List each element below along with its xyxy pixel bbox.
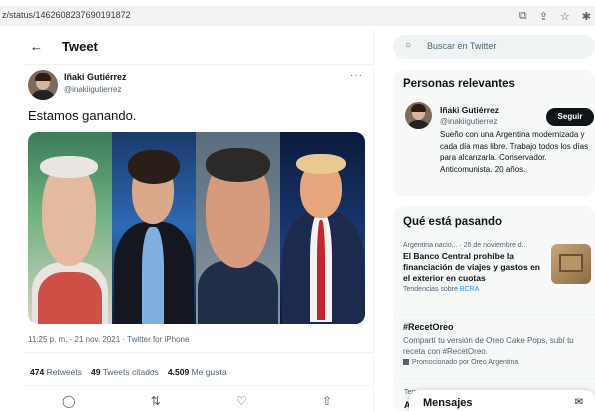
divider [22, 352, 374, 353]
trend-footer: Promocionado por Oreo Argentina [403, 359, 589, 366]
photo-panel [196, 132, 280, 324]
photo-panel [112, 132, 196, 324]
divider [22, 64, 374, 65]
trends-title: Qué está pasando [403, 216, 503, 228]
arrow-left-icon[interactable]: ← [30, 39, 43, 54]
trend-footer: Tendencias sobre BCRA [403, 286, 480, 293]
avatar[interactable] [405, 102, 432, 129]
relevant-people-title: Personas relevantes [403, 78, 515, 90]
trend-item[interactable]: #RecetOreo Compartí tu versión de Oreo C… [403, 320, 589, 366]
share-icon[interactable]: ⇧ [322, 394, 332, 408]
new-message-icon[interactable]: ✉ [575, 397, 583, 408]
tweet-column: ← Tweet Iñaki Gutiérrez @inakiigutierrez… [22, 30, 374, 411]
share-icon[interactable]: ⇪ [539, 10, 548, 23]
author-handle[interactable]: @inakiigutierrez [64, 85, 121, 94]
tweet-timestamp[interactable]: 11:25 p. m. · 21 nov. 2021 · Twitter for… [28, 335, 189, 344]
browser-icons: ⧉ ⇪ ☆ ✱ [519, 10, 591, 23]
follow-button[interactable]: Seguir [546, 108, 594, 126]
tweet-image[interactable] [28, 132, 365, 324]
photo-panel [280, 132, 365, 324]
search-placeholder: Buscar en Twitter [427, 41, 497, 51]
tweet-stats: 474 Retweets 49 Tweets citados 4.509 Me … [30, 367, 227, 377]
retweet-icon[interactable]: ⇅ [151, 394, 161, 408]
quotes-stat[interactable]: 49 Tweets citados [91, 367, 159, 377]
like-icon[interactable]: ♡ [236, 394, 247, 408]
trend-title: #RecetOreo [403, 322, 454, 332]
url-text[interactable]: z/status/1462608237690191872 [2, 10, 131, 20]
reply-icon[interactable]: ◯ [62, 394, 75, 408]
divider [393, 378, 595, 379]
trend-link[interactable]: BCRA [460, 286, 479, 293]
divider [393, 314, 595, 315]
extension-icon[interactable]: ✱ [582, 10, 591, 23]
page-title: Tweet [62, 39, 98, 54]
more-options-icon[interactable]: ··· [350, 70, 363, 81]
browser-toolbar: z/status/1462608237690191872 ⧉ ⇪ ☆ ✱ [0, 0, 595, 30]
trend-title: El Banco Central prohíbe la financiación… [403, 251, 540, 283]
messages-drawer[interactable]: Mensajes ✉ [409, 390, 595, 411]
trend-thumbnail[interactable] [551, 244, 591, 284]
trends-card: Qué está pasando Argentina nacio... · 26… [393, 206, 595, 411]
divider [22, 385, 374, 386]
avatar[interactable] [28, 70, 58, 100]
address-bar[interactable]: z/status/1462608237690191872 ⧉ ⇪ ☆ ✱ [0, 6, 595, 26]
trend-item[interactable]: Argentina nacio... · 26 de noviembre d..… [403, 242, 548, 293]
author-name[interactable]: Iñaki Gutiérrez [64, 72, 127, 82]
search-input[interactable]: ○ Buscar en Twitter [393, 35, 595, 59]
star-icon[interactable]: ☆ [560, 10, 570, 23]
likes-stat[interactable]: 4.509 Me gusta [168, 367, 227, 377]
trend-context: Argentina nacio... · 26 de noviembre d..… [403, 242, 528, 249]
messages-title: Mensajes [423, 397, 473, 409]
tweet-actions: ◯ ⇅ ♡ ⇧ [62, 394, 332, 408]
search-icon: ○ [405, 40, 412, 51]
trend-body: Compartí tu versión de Oreo Cake Pops, s… [403, 336, 574, 356]
retweets-stat[interactable]: 474 Retweets [30, 367, 82, 377]
photo-panel [28, 132, 112, 324]
promoted-icon [403, 359, 409, 366]
page-icon[interactable]: ⧉ [519, 10, 527, 23]
relevant-person-handle[interactable]: @inakiigutierrez [440, 117, 497, 126]
tweet-text: Estamos ganando. [28, 108, 137, 123]
relevant-person-name[interactable]: Iñaki Gutiérrez [440, 105, 499, 115]
relevant-person-bio: Sueño con una Argentina modernizada y ca… [440, 130, 589, 174]
